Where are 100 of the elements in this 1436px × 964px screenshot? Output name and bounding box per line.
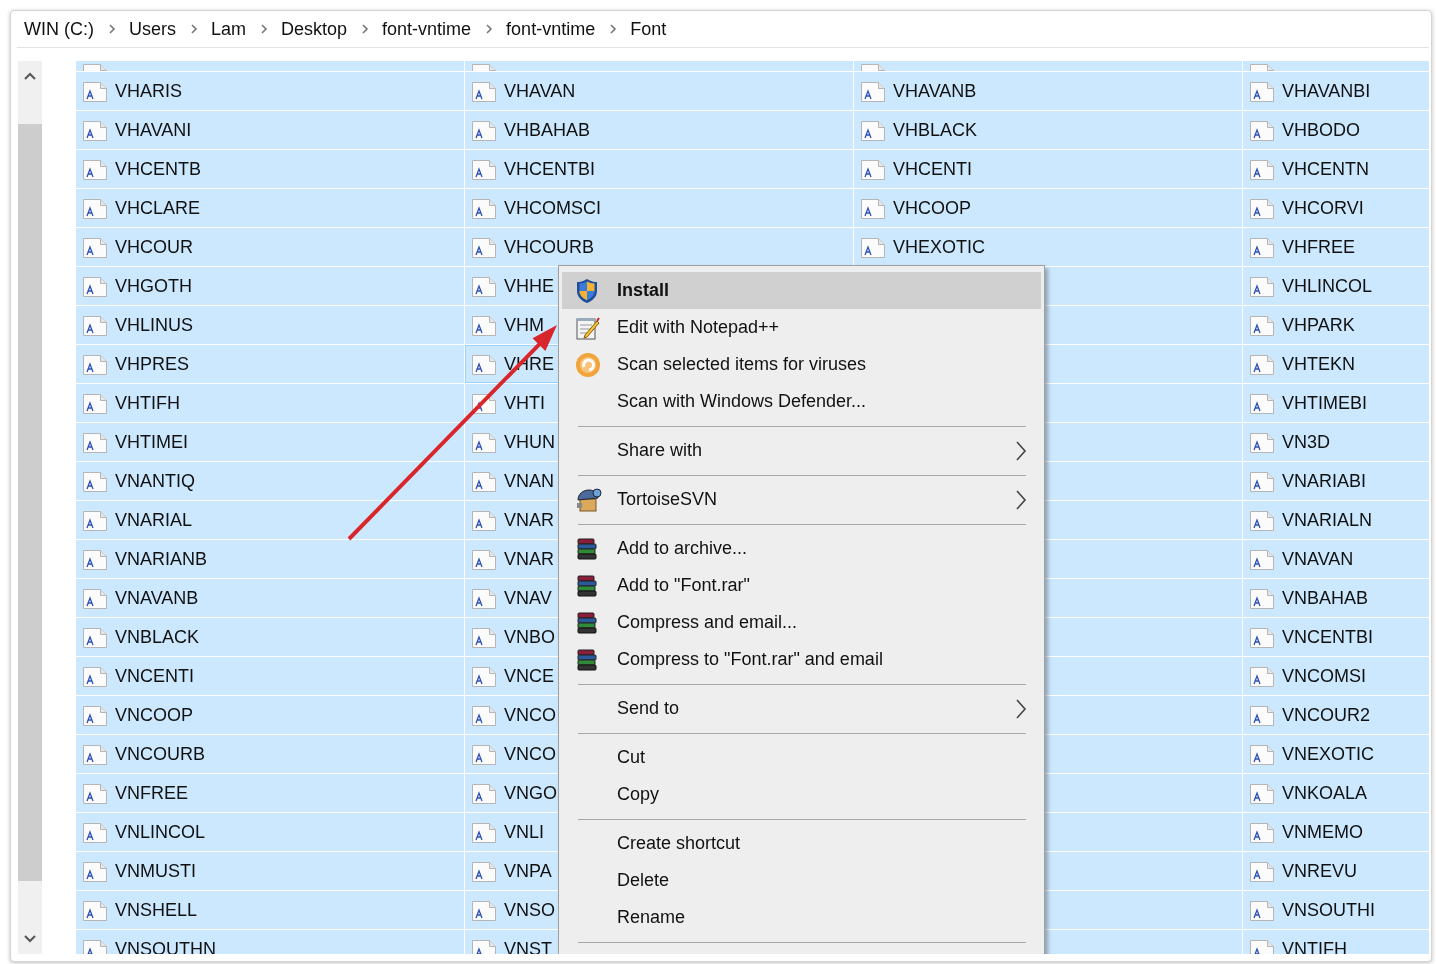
file-item[interactable]: VHTIFH — [76, 384, 464, 423]
file-item[interactable]: VNMEMO — [1243, 813, 1429, 852]
menu-item[interactable]: Compress to "Font.rar" and email — [562, 641, 1041, 678]
file-item[interactable]: VHTIMEBI — [1243, 384, 1429, 423]
file-item[interactable]: VNTIFH — [1243, 930, 1429, 954]
font-file-icon — [1249, 861, 1275, 883]
file-item[interactable]: VHBAHAB — [465, 111, 853, 150]
menu-item[interactable]: TortoiseSVN — [562, 481, 1041, 518]
menu-item[interactable]: Add to "Font.rar" — [562, 567, 1041, 604]
menu-item[interactable]: Delete — [562, 862, 1041, 899]
menu-item[interactable]: Edit with Notepad++ — [562, 309, 1041, 346]
file-item[interactable]: VHCORVI — [1243, 189, 1429, 228]
file-item[interactable]: VHARIS — [76, 72, 464, 111]
breadcrumb-item[interactable]: WIN (C:) — [24, 18, 94, 40]
file-item[interactable]: VHAVANBI — [1243, 72, 1429, 111]
font-file-icon — [82, 783, 108, 805]
file-item[interactable]: VNSOUTHI — [1243, 891, 1429, 930]
menu-item[interactable]: Scan selected items for viruses — [562, 346, 1041, 383]
breadcrumb-item[interactable]: Lam — [211, 18, 246, 40]
font-file-icon — [1249, 549, 1275, 571]
font-file-icon — [82, 81, 108, 103]
file-item[interactable]: VNMUSTI — [76, 852, 464, 891]
scroll-down-icon[interactable] — [24, 935, 36, 943]
scrollbar-thumb[interactable] — [18, 124, 42, 881]
menu-item[interactable]: Add to archive... — [562, 530, 1041, 567]
file-item[interactable]: VNARIAL — [76, 501, 464, 540]
file-item[interactable]: VNSOUTHN — [76, 930, 464, 954]
breadcrumb-item[interactable]: Desktop — [281, 18, 348, 40]
file-item[interactable]: VNARIALN — [1243, 501, 1429, 540]
file-item[interactable]: VHPARK — [1243, 306, 1429, 345]
file-item[interactable]: VHAVANB — [854, 72, 1242, 111]
font-file-icon — [82, 861, 108, 883]
font-file-icon — [1249, 159, 1275, 181]
file-item[interactable]: VNCENTBI — [1243, 618, 1429, 657]
file-item[interactable]: VNFREE — [76, 774, 464, 813]
file-item[interactable]: VNARIANB — [76, 540, 464, 579]
scroll-up-icon[interactable] — [24, 72, 36, 80]
breadcrumb-item[interactable]: font-vntime — [382, 18, 472, 40]
file-item[interactable]: VHCOURB — [465, 228, 853, 267]
font-file-icon — [471, 354, 497, 376]
file-item[interactable]: VHFREE — [1243, 228, 1429, 267]
font-file-icon — [471, 159, 497, 181]
menu-item[interactable]: Copy — [562, 776, 1041, 813]
file-item[interactable]: VHCENTBI — [465, 150, 853, 189]
menu-item[interactable]: Compress and email... — [562, 604, 1041, 641]
font-file-icon — [1249, 744, 1275, 766]
breadcrumb-item[interactable]: font-vntime — [506, 18, 596, 40]
file-item[interactable]: VHEXOTIC — [854, 228, 1242, 267]
menu-item[interactable]: Cut — [562, 739, 1041, 776]
font-file-icon — [471, 471, 497, 493]
file-item[interactable]: VHAVANI — [76, 111, 464, 150]
font-file-icon — [1249, 705, 1275, 727]
file-item[interactable]: VHLINCOL — [1243, 267, 1429, 306]
file-item[interactable]: VNCENTI — [76, 657, 464, 696]
file-item[interactable]: VHGOTH — [76, 267, 464, 306]
file-item[interactable]: VNCOUR2 — [1243, 696, 1429, 735]
file-item[interactable]: VNARIABI — [1243, 462, 1429, 501]
file-item[interactable]: VNLINCOL — [76, 813, 464, 852]
font-file-icon — [82, 432, 108, 454]
file-item[interactable]: VNAVANB — [76, 579, 464, 618]
file-item[interactable]: VNCOOP — [76, 696, 464, 735]
file-item[interactable]: VNCOURB — [76, 735, 464, 774]
file-item[interactable]: VNREVU — [1243, 852, 1429, 891]
file-item[interactable]: VHCOMSCI — [465, 189, 853, 228]
font-file-icon — [471, 822, 497, 844]
file-item[interactable]: VHTEKN — [1243, 345, 1429, 384]
file-item[interactable]: VNCOMSI — [1243, 657, 1429, 696]
file-item[interactable]: VHBLACK — [854, 111, 1242, 150]
scan-icon — [575, 351, 601, 378]
file-item[interactable]: VHCENTN — [1243, 150, 1429, 189]
font-file-icon — [471, 744, 497, 766]
menu-item[interactable]: Create shortcut — [562, 825, 1041, 862]
file-item[interactable]: VNAVAN — [1243, 540, 1429, 579]
file-item[interactable]: VHLINUS — [76, 306, 464, 345]
breadcrumb-item[interactable]: Users — [129, 18, 176, 40]
file-item[interactable]: VHTIMEI — [76, 423, 464, 462]
file-item[interactable]: VHCOUR — [76, 228, 464, 267]
menu-item[interactable]: Rename — [562, 899, 1041, 936]
file-item[interactable]: VHCLARE — [76, 189, 464, 228]
menu-item[interactable]: Install — [562, 272, 1041, 309]
file-item[interactable]: VNBAHAB — [1243, 579, 1429, 618]
font-file-icon — [1249, 198, 1275, 220]
file-item[interactable]: VHCENTB — [76, 150, 464, 189]
menu-item[interactable]: Share with — [562, 432, 1041, 469]
file-item[interactable]: VHAVAN — [465, 72, 853, 111]
file-item[interactable]: VHBODO — [1243, 111, 1429, 150]
breadcrumb-item[interactable]: Font — [630, 18, 667, 40]
menu-item[interactable]: Send to — [562, 690, 1041, 727]
file-item[interactable]: VNEXOTIC — [1243, 735, 1429, 774]
file-item[interactable]: VHCOOP — [854, 189, 1242, 228]
file-item[interactable]: VNKOALA — [1243, 774, 1429, 813]
file-item[interactable]: VNANTIQ — [76, 462, 464, 501]
font-file-icon — [471, 120, 497, 142]
font-file-icon — [82, 198, 108, 220]
file-item[interactable]: VNSHELL — [76, 891, 464, 930]
file-item[interactable]: VNBLACK — [76, 618, 464, 657]
file-item[interactable]: VN3D — [1243, 423, 1429, 462]
file-item[interactable]: VHCENTI — [854, 150, 1242, 189]
file-item[interactable]: VHPRES — [76, 345, 464, 384]
menu-item[interactable]: Scan with Windows Defender... — [562, 383, 1041, 420]
